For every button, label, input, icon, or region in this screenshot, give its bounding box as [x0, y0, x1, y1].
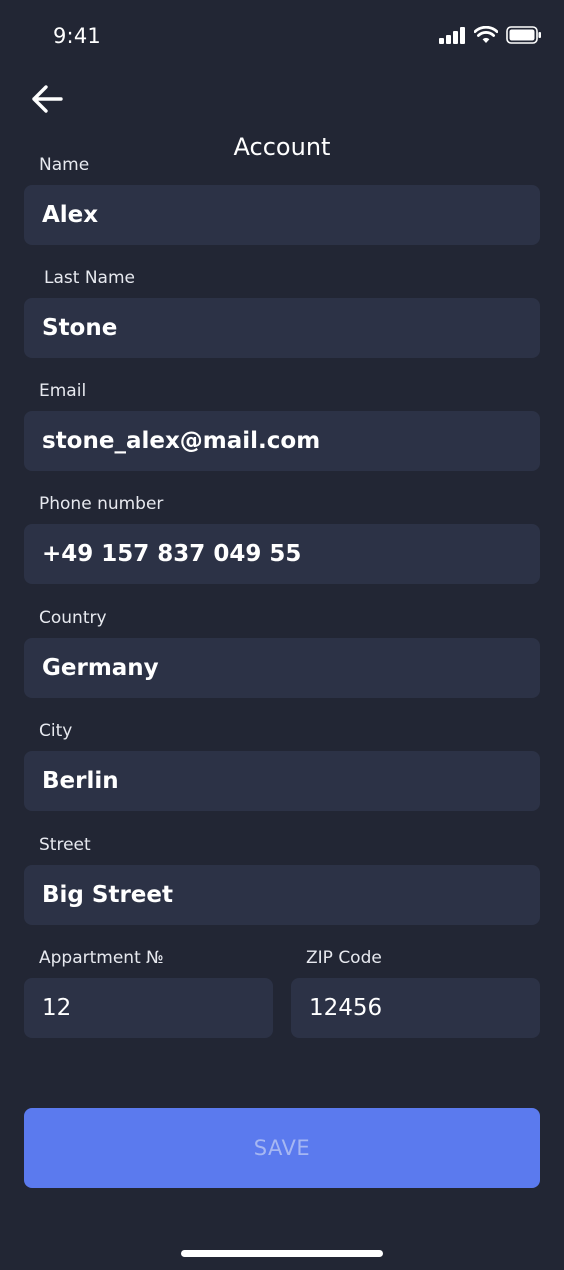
country-label: Country — [39, 608, 107, 628]
status-time: 9:41 — [53, 24, 101, 48]
status-icons — [439, 26, 542, 44]
name-field[interactable]: Alex — [24, 185, 540, 245]
apartment-label: Appartment № — [39, 948, 164, 968]
battery-icon — [506, 26, 541, 44]
email-field[interactable]: stone_alex@mail.com — [24, 411, 540, 471]
home-indicator — [181, 1250, 383, 1257]
arrow-left-icon — [32, 85, 63, 113]
phone-field[interactable]: +49 157 837 049 55 — [24, 524, 540, 584]
city-label: City — [39, 721, 73, 741]
street-label: Street — [39, 835, 91, 855]
back-button[interactable] — [28, 82, 66, 116]
cellular-signal-icon — [439, 26, 465, 44]
name-label: Name — [39, 155, 90, 175]
zip-label: ZIP Code — [306, 948, 382, 968]
street-field[interactable]: Big Street — [24, 865, 540, 925]
wifi-icon — [474, 26, 498, 43]
last-name-field[interactable]: Stone — [24, 298, 540, 358]
city-field[interactable]: Berlin — [24, 751, 540, 811]
save-button[interactable]: SAVE — [24, 1108, 540, 1188]
email-label: Email — [39, 381, 87, 401]
country-field[interactable]: Germany — [24, 638, 540, 698]
last-name-label: Last Name — [44, 268, 135, 288]
zip-field[interactable]: 12456 — [291, 978, 540, 1038]
phone-label: Phone number — [39, 494, 164, 514]
apartment-field[interactable]: 12 — [24, 978, 273, 1038]
